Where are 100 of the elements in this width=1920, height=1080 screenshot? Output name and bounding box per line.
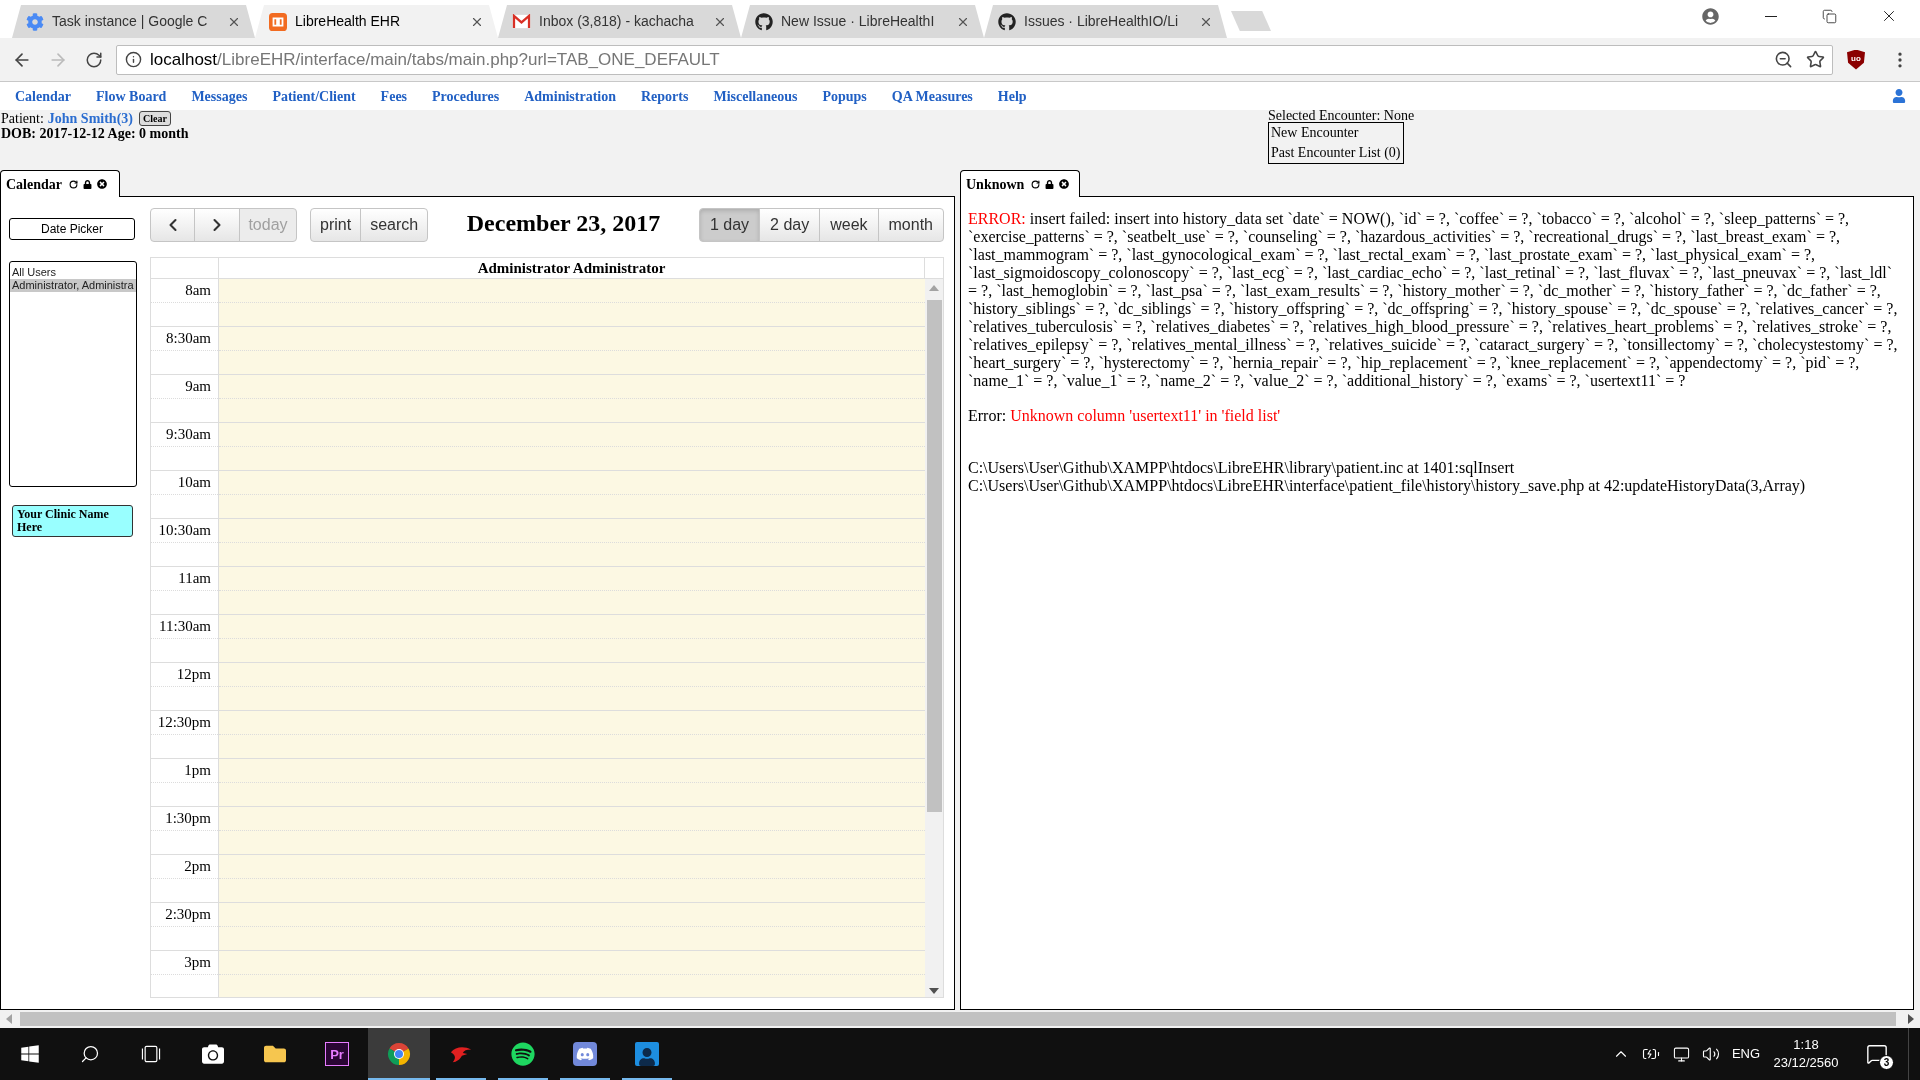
search-icon — [80, 1044, 100, 1064]
panel-tab[interactable]: Unknown — [960, 170, 1080, 197]
view-tab[interactable]: week — [819, 208, 879, 242]
stack-trace-line: C:\Users\User\Github\XAMPP\htdocs\LibreEHR\library\patient.inc at 1401:sqlInsert — [968, 459, 1516, 477]
menu-link[interactable]: Messages — [191, 85, 248, 107]
calendar-date-title: December 23, 2017 — [465, 209, 662, 238]
encounter-status: Selected Encounter: None — [1268, 110, 1415, 122]
volume-icon[interactable] — [1702, 1045, 1720, 1063]
account-icon[interactable] — [1701, 7, 1719, 25]
time-label: 10:30am — [158, 521, 211, 540]
menu-link[interactable]: Fees — [380, 85, 408, 107]
discord-icon — [573, 1042, 597, 1066]
lock-icon[interactable] — [1045, 179, 1055, 189]
toolbar-button[interactable]: print — [310, 208, 362, 242]
menu-link[interactable]: Miscellaneous — [713, 85, 798, 107]
url-text: localhost/LibreEHR/interface/main/tabs/main.php?url=TAB_ONE_DEFAULT — [150, 48, 720, 71]
time-label: 12pm — [176, 665, 211, 684]
panel-tab[interactable]: Calendar — [0, 170, 120, 197]
star-icon[interactable] — [1806, 50, 1825, 69]
browser-tab[interactable]: Issues · LibreHealthIO/Li — [984, 5, 1227, 38]
folder-icon — [263, 1043, 287, 1065]
close-icon[interactable] — [1059, 179, 1070, 189]
time-label: 10am — [177, 473, 211, 492]
reload-icon — [85, 50, 103, 69]
start-icon — [20, 1044, 40, 1064]
time-label: 2:30pm — [165, 905, 211, 924]
next-button[interactable] — [194, 208, 240, 242]
github-icon — [755, 12, 773, 31]
github-icon — [998, 12, 1016, 31]
patient-details: DOB: 2017-12-12 Age: 0 month — [1, 126, 190, 141]
menu-link[interactable]: Popups — [822, 85, 867, 107]
restore-icon — [1821, 8, 1837, 24]
person-app-icon — [635, 1042, 659, 1066]
lock-icon[interactable] — [83, 179, 92, 189]
user-icon[interactable] — [1892, 89, 1906, 103]
encounter-option[interactable]: Past Encounter List (0) — [1271, 143, 1401, 163]
stack-trace-line: C:\Users\User\Github\XAMPP\htdocs\LibreEHR\interface\patient_file\history\history_save.php at 42:updateHistoryData(3,Array) — [968, 477, 1807, 495]
clock-time[interactable]: 1:18 — [1793, 1036, 1819, 1054]
time-label: 1pm — [184, 761, 211, 780]
task-view-icon — [141, 1045, 161, 1063]
time-label: 3pm — [184, 953, 211, 972]
error-message: ERROR: insert failed: insert into history_data set `date` = NOW(), `id` = ?, `coffee` = ?, `tobacco` = ?, `alcohol` = ?, `sleep_patterns` = ?, `exercise_patterns` = ?, `seatbelt_use` = ?, `counseling` = ?, `hazardous_activities` = ?, `recreational_drugs` = ?, `last_breast_exam` = ?, `last_mammogram` = ?, `last_gynocological_exam` = ?, `last_rectal_exam` = ?, `last_prostate_exam` = ?, `last_physical_exam` = ?, `last_sigmoidoscopy_colonoscopy` = ?, `last_ecg` = ?, `last_cardiac_echo` = ?, `last_retinal` = ?, `last_fluvax` = ?, `last_pneuvax` = ?, `last_ldl` = ?, `last_hemoglobin` = ?, `last_psa` = ?, `last_exam_results` = ?, `history_mother` = ?, `dc_mother` = ?, `history_father` = ?, `dc_father` = ?, `history_siblings` = ?, `dc_siblings` = ?, `history_offspring` = ?, `dc_offspring` = ?, `history_spouse` = ?, `dc_spouse` = ?, `relatives_cancer` = ?, `relatives_tuberculosis` = ?, `relatives_diabetes` = ?, `relatives_high_blood_pressure` = ?, `relatives_heart_problems` = ?, `relatives_stroke` = ?, `relatives_epilepsy` = ?, `relatives_mental_illness` = ?, `relatives_suicide` = ?, `cataract_surgery` = ?, `tonsillectomy` = ?, `cholecystestomy` = ?, `heart_surgery` = ?, `hysterectomy` = ?, `hernia_repair` = ?, `hip_replacement` = ?, `knee_replacement` = ?, `appendectomy` = ?, `pid` = ?, `name_1` = ?, `value_1` = ?, `name_2` = ?, `value_2` = ?, `additional_history` = ?, `exams` = ?, `usertext11` = ? — [968, 210, 1899, 390]
app-logo: Pr — [325, 1042, 349, 1066]
browser-tab[interactable]: LibreHealth EHR — [255, 5, 498, 38]
browser-tab[interactable]: Task instance | Google C — [12, 5, 255, 38]
error-detail: Error: Unknown column 'usertext11' in 'field list' — [968, 407, 1282, 425]
menu-link[interactable]: Patient/Client — [272, 85, 356, 107]
menu-link[interactable]: Calendar — [15, 85, 71, 107]
time-label: 8am — [185, 281, 211, 300]
refresh-icon[interactable] — [1031, 179, 1041, 189]
taskbar-button[interactable] — [368, 1028, 430, 1080]
notifications-icon[interactable] — [1866, 1043, 1888, 1065]
patient-link[interactable]: John Smith(3) — [47, 108, 133, 129]
scrollbar-thumb[interactable] — [20, 1012, 1896, 1026]
time-label: 9am — [185, 377, 211, 396]
scroll-down-icon[interactable] — [929, 988, 939, 994]
network-icon[interactable] — [1672, 1045, 1690, 1063]
scrollbar-thumb[interactable] — [926, 300, 942, 812]
date-picker-button[interactable]: Date Picker — [9, 218, 135, 240]
user-option[interactable]: Administrator, Administra — [10, 279, 136, 292]
menu-link[interactable]: Procedures — [432, 85, 500, 107]
previous-button[interactable] — [150, 208, 195, 242]
chrome-icon — [387, 1042, 411, 1066]
camera-icon — [201, 1043, 225, 1065]
menu-link[interactable]: QA Measures — [891, 85, 973, 107]
scroll-right-icon[interactable] — [1908, 1014, 1914, 1024]
clear-button[interactable]: Clear — [138, 111, 171, 126]
mail-icon — [512, 14, 531, 29]
time-label: 8:30am — [166, 329, 211, 348]
app-logo-icon — [269, 12, 287, 31]
time-label: 12:30pm — [157, 713, 211, 732]
view-tab[interactable]: 1 day — [698, 208, 761, 242]
close-icon[interactable] — [97, 179, 107, 189]
address-bar[interactable]: localhost/LibreEHR/interface/main/tabs/main.php?url=TAB_ONE_DEFAULT — [116, 44, 1833, 75]
time-label: 11:30am — [159, 617, 211, 636]
menu-link[interactable]: Flow Board — [96, 85, 167, 107]
encounter-option[interactable]: New Encounter — [1271, 123, 1401, 143]
clock-date[interactable]: 23/12/2560 — [1773, 1054, 1839, 1072]
menu-link[interactable]: Administration — [524, 85, 616, 107]
browser-tab[interactable]: New Issue · LibreHealthI — [741, 5, 984, 38]
time-label: 1:30pm — [165, 809, 211, 828]
gear-icon — [26, 12, 44, 31]
spotify-icon — [511, 1042, 535, 1066]
language-indicator[interactable]: ENG — [1731, 1044, 1761, 1064]
notification-count: 3 — [1879, 1055, 1894, 1070]
view-tab[interactable]: 2 day — [759, 208, 821, 242]
refresh-icon[interactable] — [69, 179, 78, 189]
browser-tab[interactable]: Inbox (3,818) - kachacha — [498, 5, 741, 38]
info-icon[interactable] — [125, 51, 142, 68]
extension-button[interactable]: uo — [1847, 49, 1865, 70]
user-list[interactable]: All Users Administrator, Administra — [9, 261, 137, 487]
view-tab[interactable]: month — [877, 208, 944, 242]
menu-link[interactable]: Reports — [641, 85, 689, 107]
patient-label: Patient: — [1, 110, 44, 128]
time-label: 9:30am — [166, 425, 211, 444]
vertical-scrollbar[interactable] — [925, 279, 943, 997]
toolbar-button[interactable]: search — [360, 208, 429, 242]
clinic-name: Your Clinic Name Here — [12, 505, 133, 537]
menu-link[interactable]: Help — [997, 85, 1027, 107]
zoom-out-icon[interactable] — [1774, 50, 1793, 69]
